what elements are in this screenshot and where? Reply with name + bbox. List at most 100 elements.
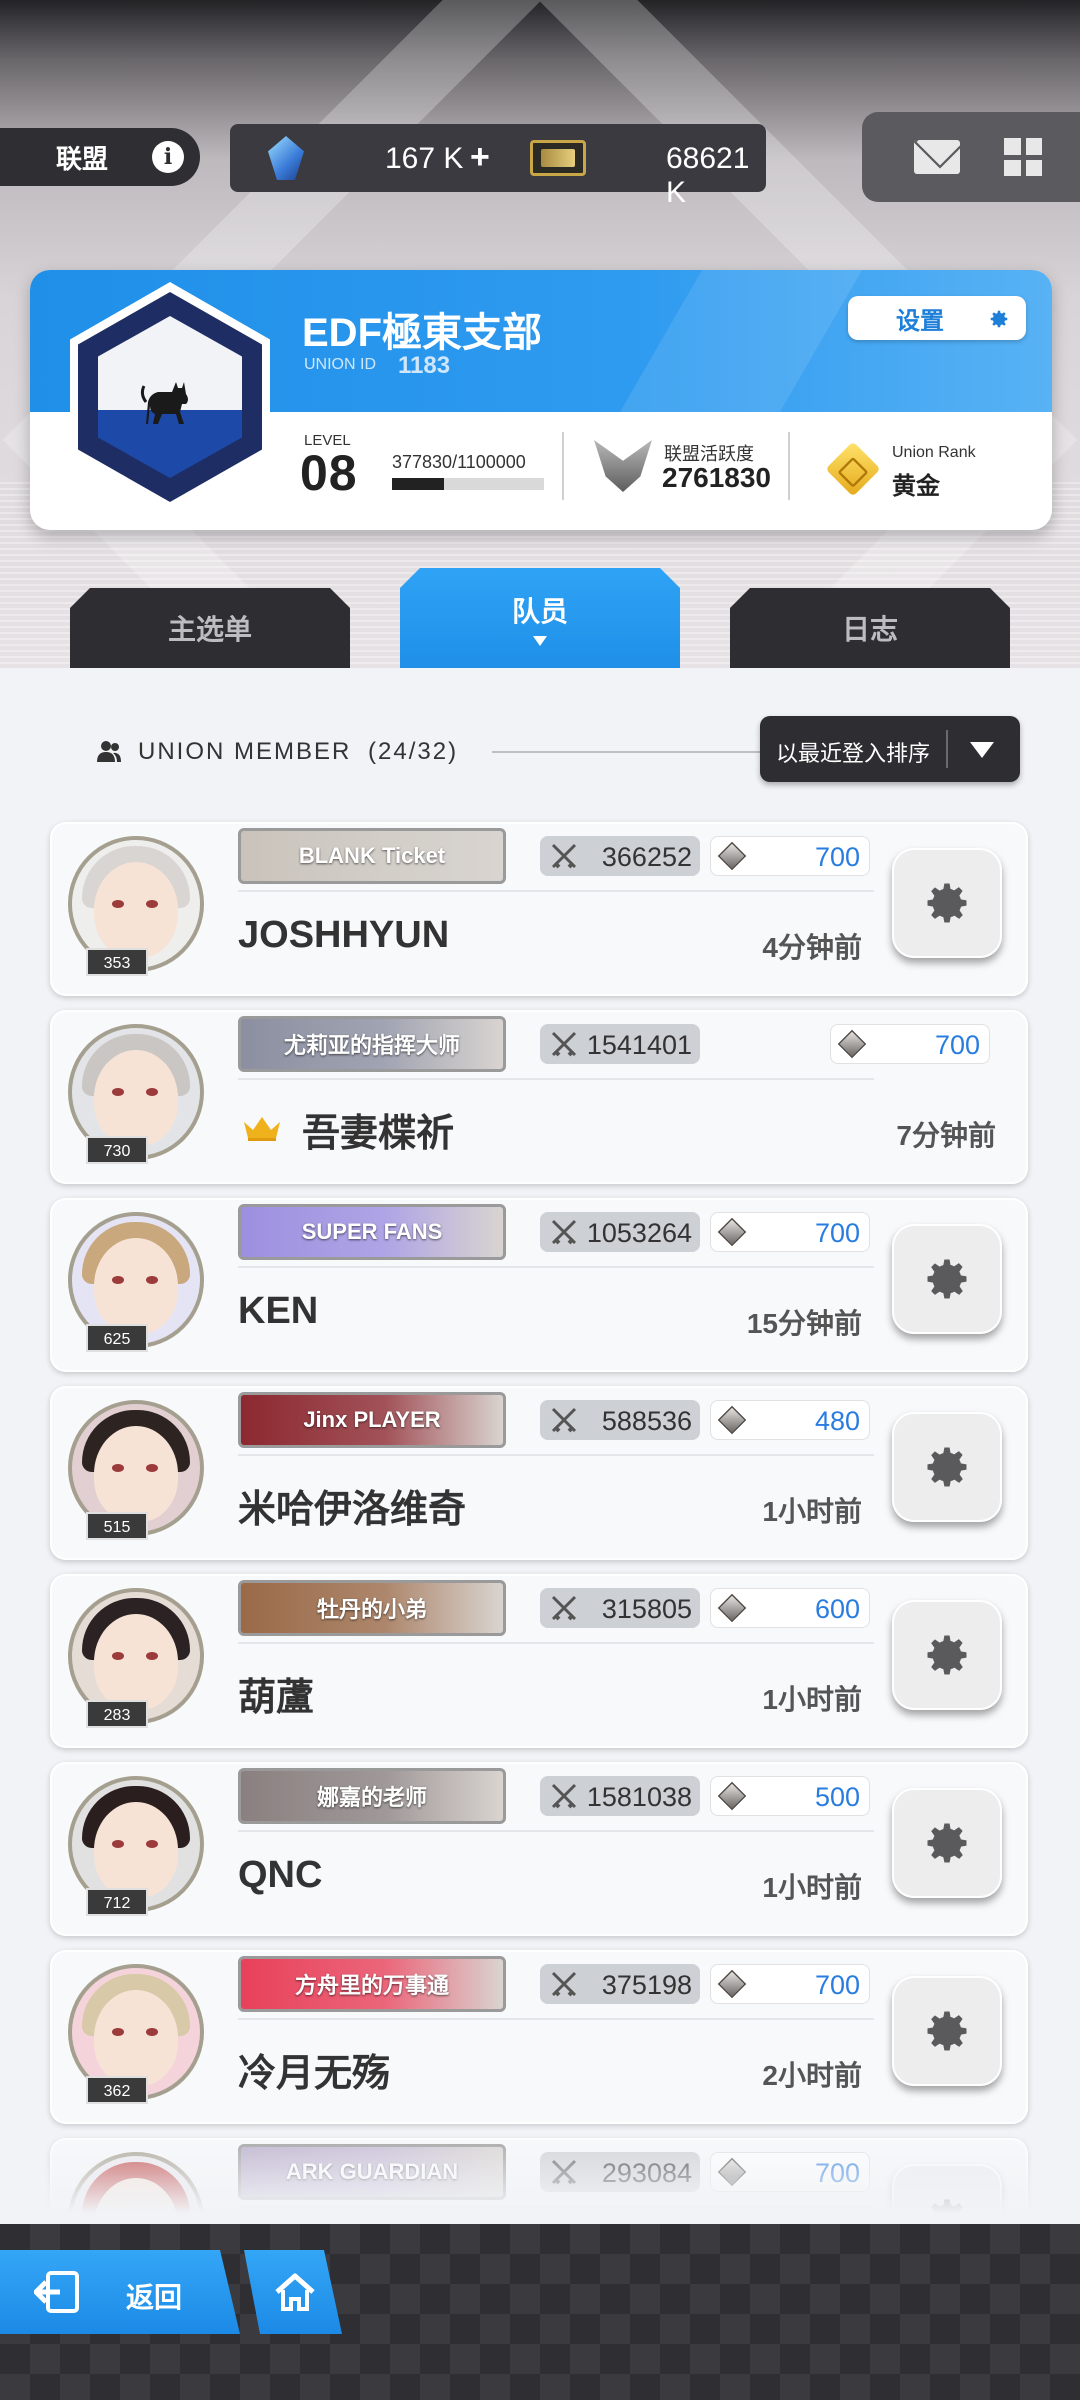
diamond-icon — [717, 1969, 747, 1999]
member-power: 375198 — [540, 1964, 700, 2004]
member-name: QNC — [238, 1854, 323, 1896]
member-row[interactable]: 730 尤莉亚的指挥大师 1541401 700 吾妻楪祈 7分钟前 — [50, 1010, 1028, 1184]
member-manage-button[interactable] — [892, 1976, 1002, 2086]
member-points: 500 — [710, 1776, 870, 1816]
header-divider — [492, 751, 762, 753]
member-last-login: 1小时前 — [762, 1872, 862, 1903]
row-divider — [238, 1266, 874, 1268]
rank-value: 黄金 — [892, 473, 940, 500]
member-row[interactable]: 362 方舟里的万事通 375198 700 冷月无殇 2小时前 — [50, 1950, 1028, 2124]
avatar-eye — [112, 900, 124, 908]
member-last-login: 2小时前 — [762, 2060, 862, 2091]
tab-main-menu[interactable]: 主选单 — [70, 588, 350, 668]
member-manage-button[interactable] — [892, 1224, 1002, 1334]
level-value: 08 — [300, 445, 358, 501]
menu-grid-icon[interactable] — [1004, 138, 1042, 176]
member-manage-button[interactable] — [892, 1788, 1002, 1898]
diamond-icon — [717, 1405, 747, 1435]
avatar-eye — [146, 1464, 158, 1472]
avatar-eye — [112, 2028, 124, 2036]
member-manage-button[interactable] — [892, 848, 1002, 958]
member-count: (24/32) — [368, 738, 459, 765]
gems-plus-button[interactable]: + — [470, 138, 490, 177]
member-row[interactable]: 515 Jinx PLAYER 588536 480 米哈伊洛维奇 1小时前 — [50, 1386, 1028, 1560]
member-title-badge: 方舟里的万事通 — [238, 1956, 506, 2012]
member-name: 葫蘆 — [238, 1677, 315, 1719]
member-power: 1541401 — [540, 1024, 700, 1064]
member-name: KEN — [238, 1290, 319, 1332]
member-power: 1581038 — [540, 1776, 700, 1816]
member-title-badge: SUPER FANS — [238, 1204, 506, 1260]
chevron-down-icon — [970, 742, 994, 758]
member-last-login: 15分钟前 — [746, 1308, 862, 1339]
member-points: 480 — [710, 1400, 870, 1440]
union-settings-button[interactable]: 设置 — [848, 296, 1026, 340]
avatar-eye — [146, 1840, 158, 1848]
info-icon[interactable]: i — [152, 141, 184, 173]
exp-progress-fill — [392, 478, 445, 490]
union-name: EDF極東支部 — [302, 311, 542, 355]
sort-label: 以最近登入排序 — [776, 741, 931, 766]
swords-icon — [551, 1595, 577, 1621]
tab-log[interactable]: 日志 — [730, 588, 1010, 668]
avatar-face — [94, 1614, 178, 1710]
member-row[interactable]: 712 娜嘉的老师 1581038 500 QNC 1小时前 — [50, 1762, 1028, 1936]
gear-icon — [927, 883, 967, 923]
gear-icon — [927, 2011, 967, 2051]
member-title-text: SUPER FANS — [301, 1219, 443, 1244]
crown-icon — [244, 1117, 280, 1141]
tab-members[interactable]: 队员 — [400, 568, 680, 668]
stat-divider — [562, 432, 564, 500]
member-title-text: Jinx PLAYER — [303, 1407, 441, 1432]
row-divider — [238, 1078, 874, 1080]
member-name: 米哈伊洛维奇 — [238, 1489, 467, 1531]
swords-icon — [551, 1783, 577, 1809]
member-manage-button[interactable] — [892, 1600, 1002, 1710]
avatar-eye — [146, 900, 158, 908]
member-points-value: 700 — [814, 1218, 860, 1248]
member-points: 700 — [710, 1212, 870, 1252]
member-power-value: 588536 — [601, 1406, 692, 1436]
diamond-icon — [717, 841, 747, 871]
rank-label: Union Rank — [892, 444, 976, 461]
member-title-badge: Jinx PLAYER — [238, 1392, 506, 1448]
sort-dropdown[interactable]: 以最近登入排序 — [760, 716, 1020, 782]
member-power-value: 1581038 — [586, 1782, 692, 1812]
activity-value: 2761830 — [662, 462, 772, 493]
member-title-badge: 尤莉亚的指挥大师 — [238, 1016, 506, 1072]
diamond-icon — [717, 1217, 747, 1247]
member-name: 冷月无殇 — [238, 2053, 391, 2095]
member-level-badge: 362 — [86, 2076, 148, 2104]
swords-icon — [551, 843, 577, 869]
member-row[interactable]: 625 SUPER FANS 1053264 700 KEN 15分钟前 — [50, 1198, 1028, 1372]
cat-icon — [140, 382, 188, 424]
member-row[interactable]: 283 牡丹的小弟 315805 600 葫蘆 1小时前 — [50, 1574, 1028, 1748]
gear-icon — [927, 1823, 967, 1863]
member-level-badge: 515 — [86, 1512, 148, 1540]
list-fade — [0, 2120, 1080, 2224]
member-power: 315805 — [540, 1588, 700, 1628]
swords-icon — [551, 1971, 577, 1997]
member-title-badge: 牡丹的小弟 — [238, 1580, 506, 1636]
swords-icon — [551, 1031, 577, 1057]
member-title-text: 牡丹的小弟 — [316, 1597, 427, 1622]
exp-progress-bar — [392, 478, 544, 490]
avatar-eye — [112, 1652, 124, 1660]
member-row[interactable]: 353 BLANK Ticket 366252 700 JOSHHYUN 4分钟… — [50, 822, 1028, 996]
member-points-value: 480 — [814, 1406, 860, 1436]
member-points-value: 600 — [814, 1594, 860, 1624]
member-level-badge: 625 — [86, 1324, 148, 1352]
member-level-badge: 353 — [86, 948, 148, 976]
avatar-eye — [112, 1840, 124, 1848]
avatar-eye — [146, 1276, 158, 1284]
union-id-value: 1183 — [398, 352, 451, 379]
avatar-eye — [146, 1088, 158, 1096]
member-last-login: 7分钟前 — [896, 1120, 996, 1151]
mail-icon[interactable] — [914, 140, 960, 174]
member-points: 700 — [710, 1964, 870, 2004]
member-manage-button[interactable] — [892, 1412, 1002, 1522]
avatar-face — [94, 1802, 178, 1898]
tab-active-arrow-icon — [533, 636, 547, 646]
topbar-actions — [862, 112, 1080, 202]
back-button[interactable]: 返回 — [0, 2250, 240, 2334]
